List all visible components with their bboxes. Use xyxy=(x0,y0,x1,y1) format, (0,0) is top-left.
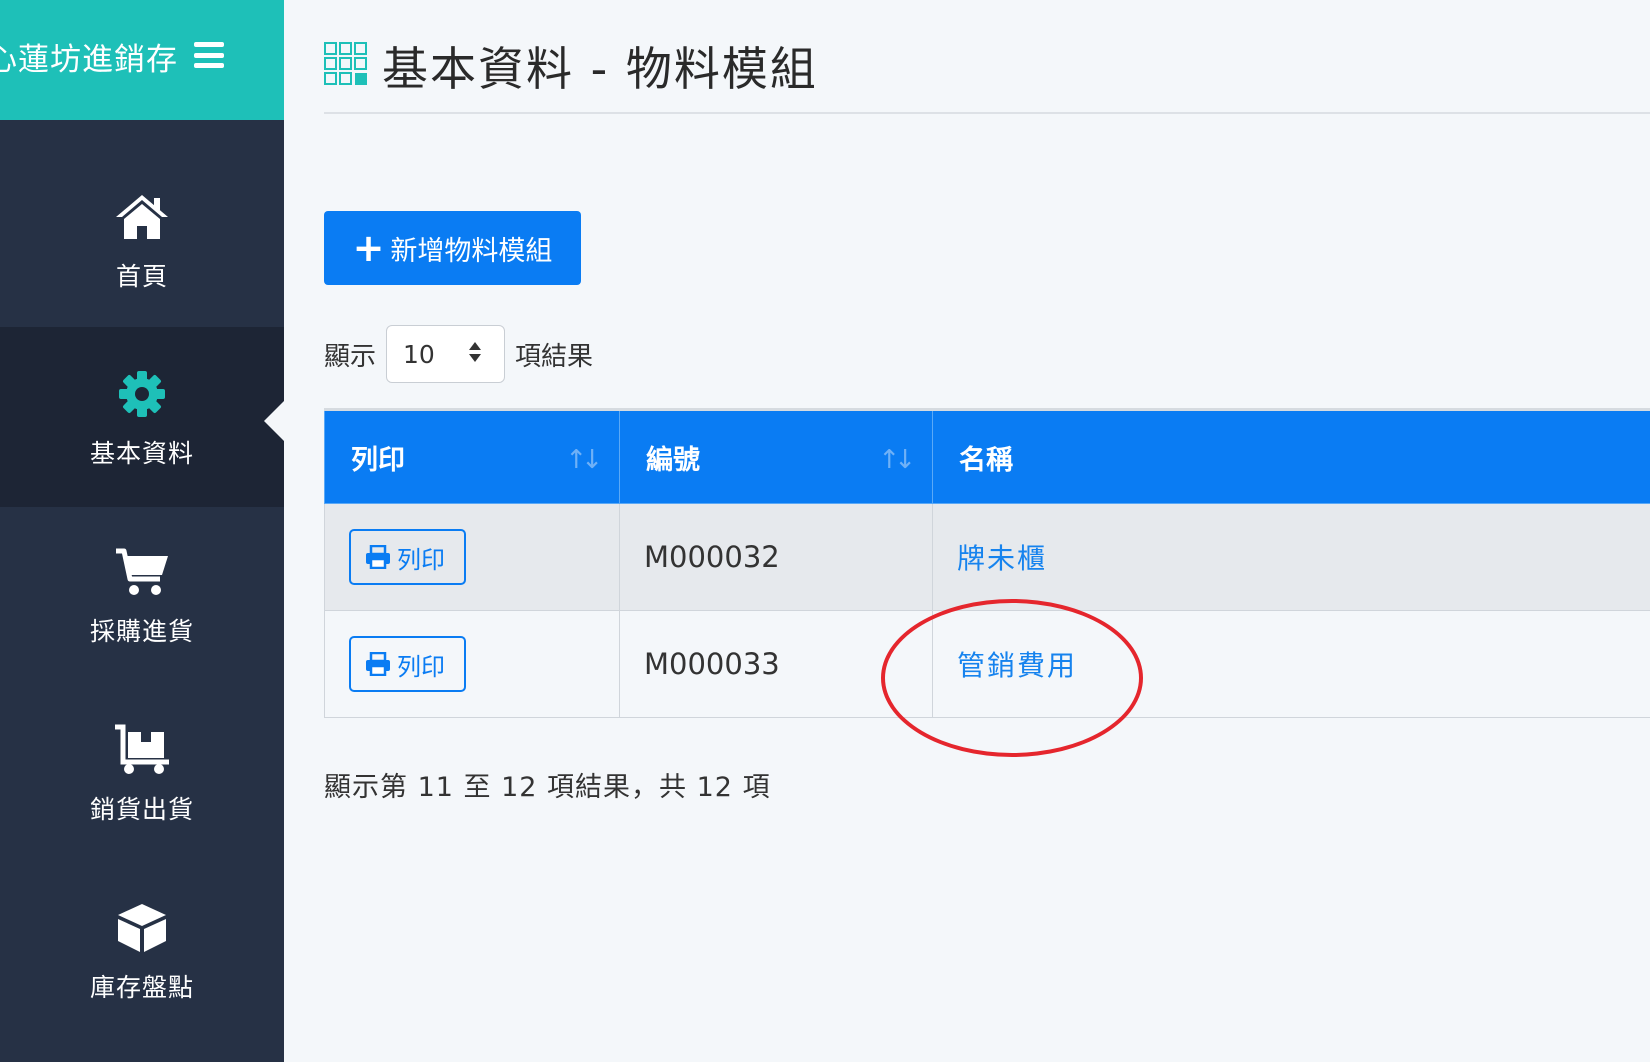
print-button-label: 列印 xyxy=(397,652,445,681)
hamburger-menu-icon[interactable] xyxy=(194,42,224,68)
active-indicator xyxy=(264,401,284,441)
annotation-circle xyxy=(881,599,1143,757)
sidebar-item-label: 採購進貨 xyxy=(89,617,194,646)
page-length-suffix: 項結果 xyxy=(515,341,594,372)
plus-icon: + xyxy=(352,226,385,270)
gear-icon xyxy=(112,364,172,424)
page-header: 基本資料 - 物料模組 xyxy=(324,36,818,96)
page-length-prefix: 顯示 xyxy=(324,341,377,372)
page-length-value: 10 xyxy=(403,339,435,369)
column-header-code[interactable]: 編號 ↑↓ xyxy=(619,409,933,504)
printer-icon xyxy=(366,652,390,676)
table-cell-print: 列印 xyxy=(324,503,620,611)
sidebar-item-label: 首頁 xyxy=(115,262,168,291)
sidebar-item-label: 庫存盤點 xyxy=(89,973,194,1002)
select-arrows-icon xyxy=(468,340,482,369)
table-header-row: 列印 ↑↓ 編號 ↑↓ 名稱 xyxy=(324,409,1650,504)
table-cell-code: M000032 xyxy=(619,503,933,611)
print-button[interactable]: 列印 xyxy=(349,636,466,692)
material-name-link[interactable]: 牌未櫃 xyxy=(957,542,1047,575)
table-info: 顯示第 11 至 12 項結果，共 12 項 xyxy=(324,772,771,803)
sidebar-item-inventory[interactable]: 庫存盤點 xyxy=(0,861,284,1041)
grid-icon xyxy=(324,42,368,90)
sidebar: 心蓮坊進銷存 首頁 基本資料 採購進貨 銷貨出貨 庫存盤點 xyxy=(0,0,284,1062)
brand-bar: 心蓮坊進銷存 xyxy=(0,0,284,120)
sidebar-item-label: 銷貨出貨 xyxy=(89,795,194,824)
home-icon xyxy=(112,187,172,247)
add-material-module-button[interactable]: + 新增物料模組 xyxy=(324,211,581,285)
page-length-control: 顯示 10 項結果 xyxy=(324,325,593,383)
divider xyxy=(324,112,1650,114)
print-button-label: 列印 xyxy=(397,545,445,574)
box-icon xyxy=(112,898,172,958)
print-button[interactable]: 列印 xyxy=(349,529,466,585)
printer-icon xyxy=(366,545,390,569)
column-header-name: 名稱 xyxy=(932,409,1650,504)
sidebar-item-label: 基本資料 xyxy=(89,439,194,468)
brand-title: 心蓮坊進銷存 xyxy=(0,42,178,78)
page-length-select[interactable]: 10 xyxy=(386,325,506,383)
table-cell-name: 牌未櫃 xyxy=(932,503,1650,611)
shopping-cart-icon xyxy=(112,542,172,602)
table-cell-print: 列印 xyxy=(324,610,620,718)
column-header-label: 編號 xyxy=(646,444,700,476)
sort-icon[interactable]: ↑↓ xyxy=(565,445,602,475)
column-header-label: 列印 xyxy=(351,444,405,476)
column-header-label: 名稱 xyxy=(959,444,1013,476)
sidebar-item-sales[interactable]: 銷貨出貨 xyxy=(0,683,284,863)
sidebar-item-purchasing[interactable]: 採購進貨 xyxy=(0,505,284,685)
dolly-cart-icon xyxy=(112,720,172,780)
sidebar-item-basic-data[interactable]: 基本資料 xyxy=(0,327,284,507)
page-title: 基本資料 - 物料模組 xyxy=(382,42,818,96)
column-header-print[interactable]: 列印 ↑↓ xyxy=(324,409,620,504)
add-button-label: 新增物料模組 xyxy=(390,235,553,267)
sort-icon[interactable]: ↑↓ xyxy=(878,445,915,475)
table-row: 列印 M000032 牌未櫃 xyxy=(324,503,1650,611)
sidebar-item-home[interactable]: 首頁 xyxy=(0,150,284,330)
